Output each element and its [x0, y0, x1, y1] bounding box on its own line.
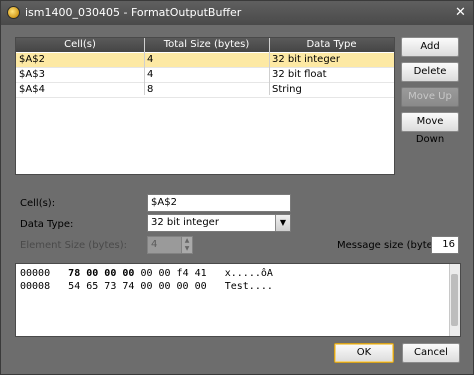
cell-cells: $A$2: [19, 54, 45, 65]
cells-label: Cell(s):: [20, 198, 56, 209]
cell-cells: $A$3: [19, 69, 45, 80]
title-bar: ism1400_030405 - FormatOutputBuffer ✕: [1, 1, 473, 25]
cell-total-size: 4: [147, 69, 154, 80]
hex-ascii: x.....ôA: [224, 268, 273, 279]
hex-offset: 00000: [20, 268, 51, 279]
message-size-label: Message size (bytes):: [337, 240, 446, 251]
hex-dump-view[interactable]: 00000 78 00 00 00 00 00 f4 41 x.....ôA 0…: [15, 263, 461, 337]
move-down-button[interactable]: Move Down: [401, 112, 459, 145]
data-type-label: Data Type:: [20, 219, 74, 230]
cells-grid[interactable]: Cell(s) Total Size (bytes) Data Type $A$…: [15, 37, 395, 175]
app-orb-icon: [7, 6, 20, 19]
data-type-value: 32 bit integer: [151, 217, 219, 228]
data-type-select[interactable]: 32 bit integer ▼: [147, 214, 291, 232]
column-header-data-type[interactable]: Data Type: [269, 39, 394, 50]
cell-total-size: 4: [147, 54, 154, 65]
grid-header: Cell(s) Total Size (bytes) Data Type: [16, 38, 394, 52]
hex-offset: 00008: [20, 281, 51, 292]
cell-data-type: 32 bit float: [272, 69, 327, 80]
vertical-scrollbar[interactable]: [449, 264, 460, 336]
cells-input[interactable]: $A$2: [147, 194, 291, 212]
cell-total-size: 8: [147, 84, 154, 95]
cell-cells: $A$4: [19, 84, 45, 95]
chevron-down-icon[interactable]: ▼: [275, 215, 290, 231]
message-size-field: 16: [431, 236, 459, 254]
move-up-button[interactable]: Move Up: [401, 87, 459, 107]
format-output-buffer-dialog: ism1400_030405 - FormatOutputBuffer ✕ Ce…: [0, 0, 474, 375]
element-size-stepper[interactable]: 4 ▲ ▼: [147, 236, 193, 254]
table-row[interactable]: $A$2 4 32 bit integer: [16, 53, 394, 68]
column-header-total-size[interactable]: Total Size (bytes): [144, 39, 269, 50]
hex-ascii: Test....: [224, 281, 273, 292]
scrollbar-thumb[interactable]: [451, 274, 458, 326]
hex-bytes: 00 00 f4 41: [140, 268, 207, 279]
ok-button[interactable]: OK: [334, 343, 394, 363]
table-row[interactable]: $A$3 4 32 bit float: [16, 68, 394, 83]
table-row[interactable]: $A$4 8 String: [16, 83, 394, 98]
column-divider: [144, 38, 145, 95]
close-icon[interactable]: ✕: [452, 4, 469, 21]
column-header-cells[interactable]: Cell(s): [16, 39, 144, 50]
add-button[interactable]: Add: [401, 37, 459, 57]
hex-line: 00000 78 00 00 00 00 00 f4 41 x.....ôA: [20, 268, 273, 279]
cell-data-type: 32 bit integer: [272, 54, 340, 65]
column-divider: [269, 38, 270, 95]
window-title: ism1400_030405 - FormatOutputBuffer: [25, 6, 242, 19]
element-size-value: 4: [151, 239, 158, 250]
hex-bytes: 54 65 73 74 00 00 00 00: [68, 281, 207, 292]
cell-data-type: String: [272, 84, 302, 95]
delete-button[interactable]: Delete: [401, 62, 459, 82]
cancel-button[interactable]: Cancel: [402, 343, 460, 363]
element-size-label: Element Size (bytes):: [20, 240, 128, 251]
hex-line: 00008 54 65 73 74 00 00 00 00 Test....: [20, 281, 273, 292]
spinner-arrows-icon[interactable]: ▲ ▼: [181, 237, 192, 253]
hex-bytes-highlighted: 78 00 00 00: [68, 268, 135, 279]
